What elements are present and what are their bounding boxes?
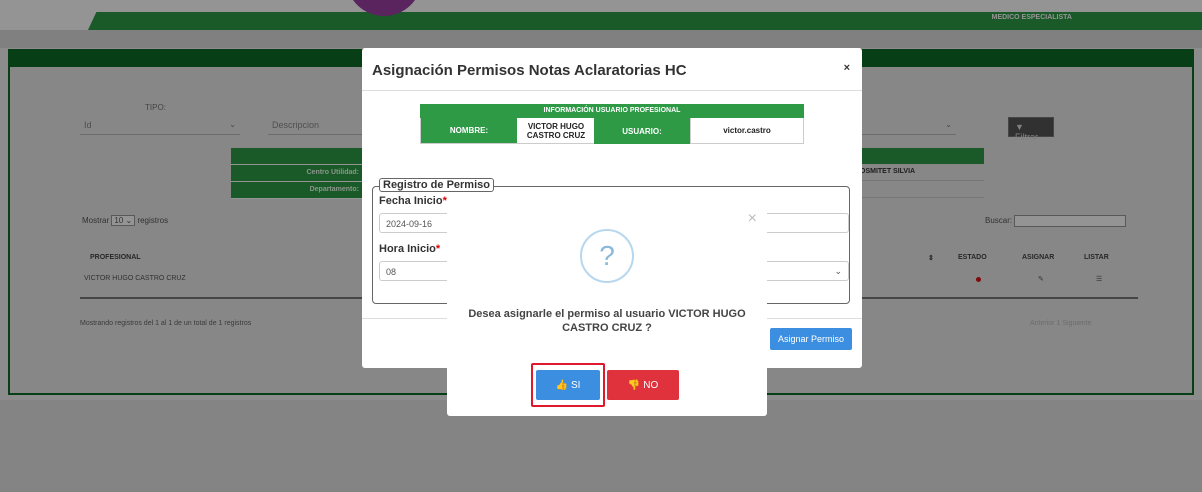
usuario-value: victor.castro (690, 118, 804, 144)
hora-label-text: Hora Inicio (379, 243, 436, 255)
usuario-label: USUARIO: (594, 118, 690, 144)
nombre-value: VICTOR HUGO CASTRO CRUZ (517, 118, 595, 143)
registro-legend: Registro de Permiso (379, 178, 494, 192)
close-icon[interactable]: × (748, 210, 757, 228)
confirm-no-button[interactable]: 👎 NO (607, 370, 679, 400)
fecha-label: Fecha Inicio* (379, 195, 447, 207)
thumbs-up-icon: 👍 (555, 379, 568, 391)
fecha-label-text: Fecha Inicio (379, 195, 443, 207)
thumbs-down-icon: 👎 (627, 379, 641, 391)
fecha-value: 2024-09-16 (386, 219, 433, 229)
modal-divider (362, 90, 862, 91)
confirm-dialog: × ? Desea asignarle el permiso al usuari… (447, 204, 767, 416)
hora-label: Hora Inicio* (379, 243, 440, 255)
hora-value: 08 (386, 267, 397, 277)
required-mark: * (435, 243, 441, 255)
modal-title: Asignación Permisos Notas Aclaratorias H… (372, 62, 687, 79)
question-icon: ? (580, 229, 634, 283)
usuario-cells: USUARIO: victor.castro (594, 118, 804, 144)
close-icon[interactable]: × (844, 62, 850, 74)
user-info-heading: INFORMACIÓN USUARIO PROFESIONAL (420, 104, 804, 118)
yes-label: SI (571, 379, 581, 391)
no-label: NO (643, 379, 659, 391)
confirm-message: Desea asignarle el permiso al usuario VI… (468, 308, 746, 334)
asignar-permiso-button[interactable]: Asignar Permiso (770, 328, 852, 350)
nombre-label: NOMBRE: (421, 118, 517, 143)
chevron-down-icon: ⌄ (834, 266, 842, 276)
confirm-yes-button[interactable]: 👍 SI (536, 370, 600, 400)
